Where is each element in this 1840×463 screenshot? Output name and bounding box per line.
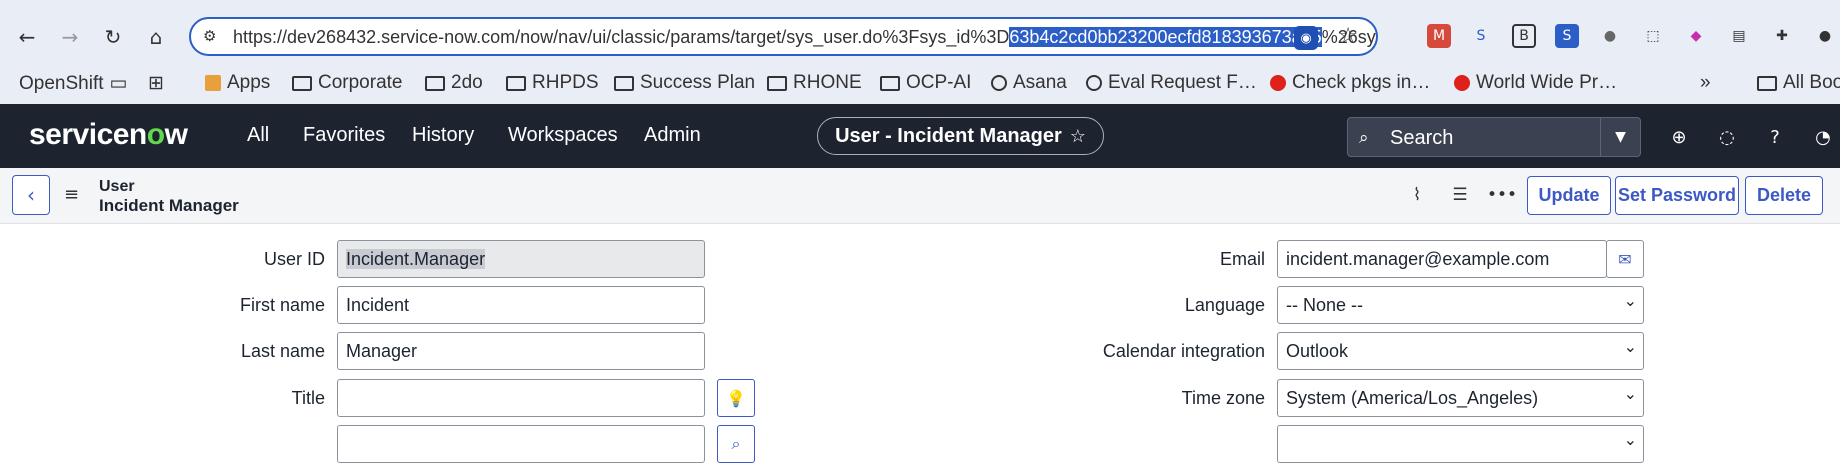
apps-icon [205,75,221,91]
help-icon[interactable]: ? [1764,126,1786,148]
url-text: https://dev268432.service-now.com/now/na… [233,27,1376,47]
user-id-label: User ID [263,249,325,269]
favorite-star-icon[interactable]: ☆ [1070,126,1086,147]
openshift-icon: ▭ [109,73,128,94]
record-name: Incident Manager [99,196,239,215]
language-select[interactable]: -- None -- [1277,286,1644,324]
bookmark-rhone[interactable]: RHONE [767,72,862,94]
global-search[interactable]: ⌕ Search ▼ [1347,117,1641,157]
extension-globe-icon[interactable]: ● [1598,24,1622,48]
search-scope-dropdown[interactable]: ▼ [1600,118,1640,156]
address-bar[interactable]: ⚙ https://dev268432.service-now.com/now/… [189,17,1378,56]
bookmark-eval-request[interactable]: Eval Request F… [1086,72,1257,94]
bookmark-asana[interactable]: Asana [991,72,1067,94]
nav-workspaces[interactable]: Workspaces [508,124,618,147]
apps-grid-icon[interactable]: ⊞ [148,72,164,95]
form-menu-icon[interactable]: ≡ [64,184,84,205]
email-label: Email [1219,249,1265,269]
search-input[interactable]: Search [1390,127,1453,150]
redhat-icon [1270,75,1286,91]
back-button[interactable]: ‹ [12,175,50,215]
next-select[interactable] [1277,425,1644,463]
language-label: Language [1184,295,1265,315]
globe-icon [991,75,1007,91]
globe-icon [1086,75,1102,91]
suggestion-lightbulb-icon[interactable]: 💡 [717,379,755,417]
attachment-paperclip-icon[interactable]: ⌇ [1406,184,1428,206]
time-zone-label: Time zone [1181,388,1265,408]
reload-icon[interactable]: ↻ [98,22,128,52]
folder-icon [1757,75,1777,91]
nav-admin[interactable]: Admin [644,124,701,147]
chat-icon[interactable]: ◌ [1716,126,1738,148]
more-options-icon[interactable]: ••• [1487,184,1517,206]
calendar-integration-select[interactable]: Outlook [1277,332,1644,370]
gmail-extension-icon[interactable]: M [1427,24,1451,48]
forward-arrow-icon[interactable]: → [55,22,85,52]
profile-icon[interactable]: ● [1813,24,1837,48]
last-name-label: Last name [240,341,325,361]
folder-icon [292,75,312,91]
bookmark-apps[interactable]: Apps [205,72,270,94]
lens-icon[interactable]: ◉ [1294,26,1318,50]
send-email-icon[interactable]: ✉ [1606,240,1644,278]
bookmark-success-plan[interactable]: Success Plan [614,72,755,94]
folder-icon [767,75,787,91]
folder-icon [880,75,900,91]
personalize-sliders-icon[interactable]: ☰ [1449,184,1471,206]
bookmark-star-icon[interactable]: ☆ [1338,24,1358,49]
servicenow-logo[interactable]: servicenow [29,118,188,152]
context-pill[interactable]: User - Incident Manager ☆ [817,117,1104,155]
extension-b-icon[interactable]: B [1512,24,1536,48]
email-field[interactable]: incident.manager@example.com [1277,240,1607,278]
screenshot-extension-icon[interactable]: ⬚ [1641,24,1665,48]
notifications-bell-icon[interactable]: ◔ [1812,126,1834,148]
extensions-puzzle-icon[interactable]: ✚ [1770,24,1794,48]
nav-all[interactable]: All [247,124,269,147]
bookmark-world-wide[interactable]: World Wide Pr… [1454,72,1617,94]
last-name-field[interactable]: Manager [337,332,705,370]
next-field[interactable] [337,425,705,463]
bookmark-2do[interactable]: 2do [425,72,483,94]
update-button[interactable]: Update [1527,176,1611,215]
time-zone-select[interactable]: System (America/Los_Angeles) [1277,379,1644,417]
record-type: User [99,178,135,195]
site-info-icon[interactable]: ⚙ [203,27,223,47]
folder-icon [614,75,634,91]
nav-history[interactable]: History [412,124,474,147]
redhat-icon [1454,75,1470,91]
bookmark-all-bookmarks[interactable]: All Boo [1757,72,1840,94]
set-password-button[interactable]: Set Password [1615,176,1739,215]
user-id-field[interactable]: Incident.Manager [337,240,705,278]
folder-icon [425,75,445,91]
extension-stack-icon[interactable]: S [1555,24,1579,48]
bookmark-check-pkgs[interactable]: Check pkgs in… [1270,72,1430,94]
first-name-field[interactable]: Incident [337,286,705,324]
bookmark-openshift[interactable]: OpenShift ▭ [19,72,127,95]
delete-button[interactable]: Delete [1745,176,1823,215]
context-title: User - Incident Manager [835,124,1062,147]
extension-s-icon[interactable]: S [1469,24,1493,48]
globe-icon[interactable]: ⊕ [1668,126,1690,148]
lookup-icon[interactable]: ⌕ [717,425,755,463]
first-name-label: First name [239,295,325,315]
address-row: ← → ↻ ⌂ ⚙ https://dev268432.service-now.… [0,0,1840,70]
title-field[interactable] [337,379,705,417]
extension-monitor-icon[interactable]: ▤ [1727,24,1751,48]
calendar-integration-label: Calendar integration [1102,341,1265,361]
nav-favorites[interactable]: Favorites [303,124,385,147]
form-header: ‹ ≡ User Incident Manager ⌇ ☰ ••• Update… [0,168,1840,224]
folder-icon [506,75,526,91]
search-icon: ⌕ [1359,128,1369,148]
bookmarks-overflow-icon[interactable]: » [1700,72,1711,94]
bookmark-ocp-ai[interactable]: OCP-AI [880,72,971,94]
servicenow-header: servicenow All Favorites History Workspa… [0,104,1840,168]
home-icon[interactable]: ⌂ [141,22,171,52]
bookmark-rhpds[interactable]: RHPDS [506,72,599,94]
bookmarks-bar: OpenShift ▭ ⊞ Apps Corporate 2do RHPDS Su… [0,64,1840,104]
title-label: Title [291,388,325,408]
bookmark-corporate[interactable]: Corporate [292,72,403,94]
back-arrow-icon[interactable]: ← [12,22,42,52]
extension-pink-icon[interactable]: ◆ [1684,24,1708,48]
